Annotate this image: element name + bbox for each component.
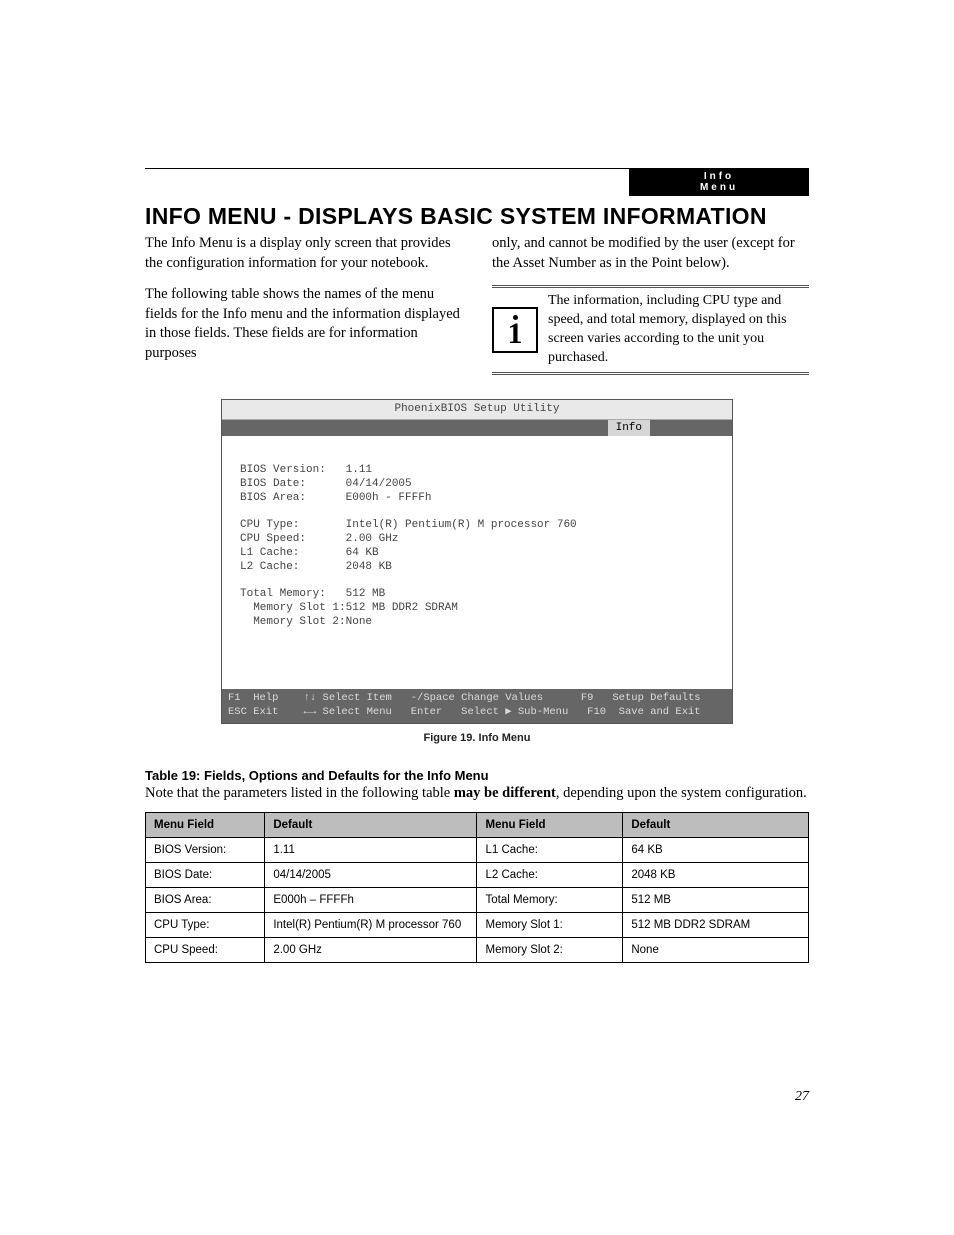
table-note-prefix: Note that the parameters listed in the f… [145,785,454,801]
table-cell: BIOS Version: [146,837,265,862]
table-cell: CPU Speed: [146,937,265,962]
bios-tab-bar: Info [222,420,732,436]
th-menu-field-1: Menu Field [146,812,265,837]
info-icon: 1 [492,307,538,353]
table-cell: BIOS Date: [146,862,265,887]
table-cell: 2048 KB [623,862,809,887]
bios-body: BIOS Version: 1.11 BIOS Date: 04/14/2005… [222,436,732,689]
table-cell: None [623,937,809,962]
table-cell: 64 KB [623,837,809,862]
table-cell: 1.11 [265,837,477,862]
table-title: Table 19: Fields, Options and Defaults f… [145,768,809,783]
figure-caption: Figure 19. Info Menu [145,732,809,744]
intro-p2: The following table shows the names of t… [145,285,462,363]
table-cell: BIOS Area: [146,887,265,912]
page-title: INFO MENU - DISPLAYS BASIC SYSTEM INFORM… [145,203,809,230]
bios-tab-active: Info [608,420,650,436]
table-note-emph: may be different [454,785,556,801]
intro-p1: The Info Menu is a display only screen t… [145,234,462,273]
th-menu-field-2: Menu Field [477,812,623,837]
table-cell: Memory Slot 2: [477,937,623,962]
bios-footer-line1: F1 Help ↑↓ Select Item -/Space Change Va… [228,692,701,704]
table-cell: Memory Slot 1: [477,912,623,937]
bios-footer-line2: ESC Exit ←→ Select Menu Enter Select ▶ S… [228,706,701,718]
th-default-1: Default [265,812,477,837]
info-note-text: The information, including CPU type and … [548,292,809,368]
bios-window-title: PhoenixBIOS Setup Utility [222,400,732,421]
bios-screenshot: PhoenixBIOS Setup Utility Info BIOS Vers… [221,399,733,724]
table-cell: L2 Cache: [477,862,623,887]
table-cell: 512 MB [623,887,809,912]
intro-p3: only, and cannot be modified by the user… [492,234,809,273]
th-default-2: Default [623,812,809,837]
bios-footer: F1 Help ↑↓ Select Item -/Space Change Va… [222,689,732,722]
table-cell: 04/14/2005 [265,862,477,887]
page-number: 27 [795,1089,809,1105]
table-cell: L1 Cache: [477,837,623,862]
fields-table: Menu Field Default Menu Field Default BI… [145,812,809,963]
table-cell: 2.00 GHz [265,937,477,962]
header-section-tag: Info Menu [629,168,809,196]
table-note-suffix: , depending upon the system configuratio… [556,785,807,801]
table-cell: Total Memory: [477,887,623,912]
table-note: Note that the parameters listed in the f… [145,785,809,802]
table-cell: CPU Type: [146,912,265,937]
table-cell: 512 MB DDR2 SDRAM [623,912,809,937]
table-cell: E000h – FFFFh [265,887,477,912]
table-cell: Intel(R) Pentium(R) M processor 760 [265,912,477,937]
